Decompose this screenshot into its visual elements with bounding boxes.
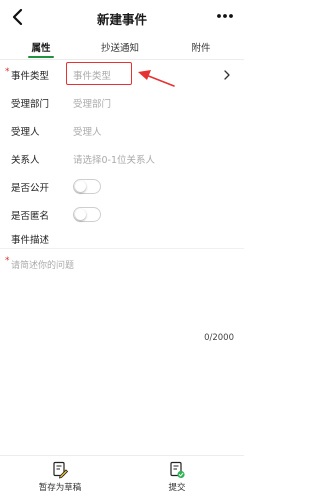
contact-field[interactable]: 请选择0-1位关系人 (73, 152, 155, 166)
submit-check-icon (169, 461, 185, 479)
anonymous-row: 是否匿名 (0, 200, 244, 228)
active-tab-indicator (28, 56, 54, 58)
annotation-arrow-icon (136, 66, 176, 90)
toggle-knob (75, 209, 86, 220)
public-row: 是否公开 (0, 172, 244, 200)
bottom-action-bar: 暂存为草稿 提交 (0, 455, 244, 500)
annotation-highlight-box (66, 62, 132, 85)
tab-bar: 属性 抄送通知 附件 (0, 34, 244, 60)
required-asterisk: * (5, 256, 10, 266)
assignee-field[interactable]: 受理人 (73, 124, 102, 138)
contact-label: 关系人 (11, 155, 40, 166)
save-draft-button[interactable]: 暂存为草稿 (20, 459, 100, 499)
divider (0, 248, 244, 249)
event-type-label: 事件类型 (11, 71, 50, 82)
public-toggle[interactable] (73, 179, 101, 194)
tab-cc-notify[interactable]: 抄送通知 (85, 40, 155, 54)
department-field[interactable]: 受理部门 (73, 96, 111, 110)
more-options-icon[interactable] (212, 6, 238, 26)
anonymous-toggle[interactable] (73, 207, 101, 222)
assignee-row[interactable]: 受理人 受理人 (0, 116, 244, 144)
description-textarea[interactable]: 请简述你的问题 (11, 258, 74, 271)
submit-button[interactable]: 提交 (137, 459, 217, 499)
chevron-right-icon[interactable] (222, 67, 232, 81)
character-counter: 0/2000 (204, 333, 234, 343)
required-asterisk: * (5, 67, 10, 77)
contact-row[interactable]: 关系人 请选择0-1位关系人 (0, 144, 244, 172)
page-title: 新建事件 (96, 12, 147, 27)
save-draft-label: 暂存为草稿 (38, 483, 82, 493)
submit-label: 提交 (168, 483, 186, 493)
department-row[interactable]: 受理部门 受理部门 (0, 88, 244, 116)
description-heading: 事件描述 (11, 235, 50, 246)
department-label: 受理部门 (11, 99, 50, 110)
assignee-label: 受理人 (11, 127, 40, 138)
draft-edit-icon (52, 461, 69, 479)
public-label: 是否公开 (11, 183, 50, 194)
nav-bar: 新建事件 (0, 0, 244, 34)
anonymous-label: 是否匿名 (11, 211, 50, 222)
tab-attributes[interactable]: 属性 (6, 40, 76, 54)
toggle-knob (75, 181, 86, 192)
tab-attachments[interactable]: 附件 (166, 40, 236, 54)
